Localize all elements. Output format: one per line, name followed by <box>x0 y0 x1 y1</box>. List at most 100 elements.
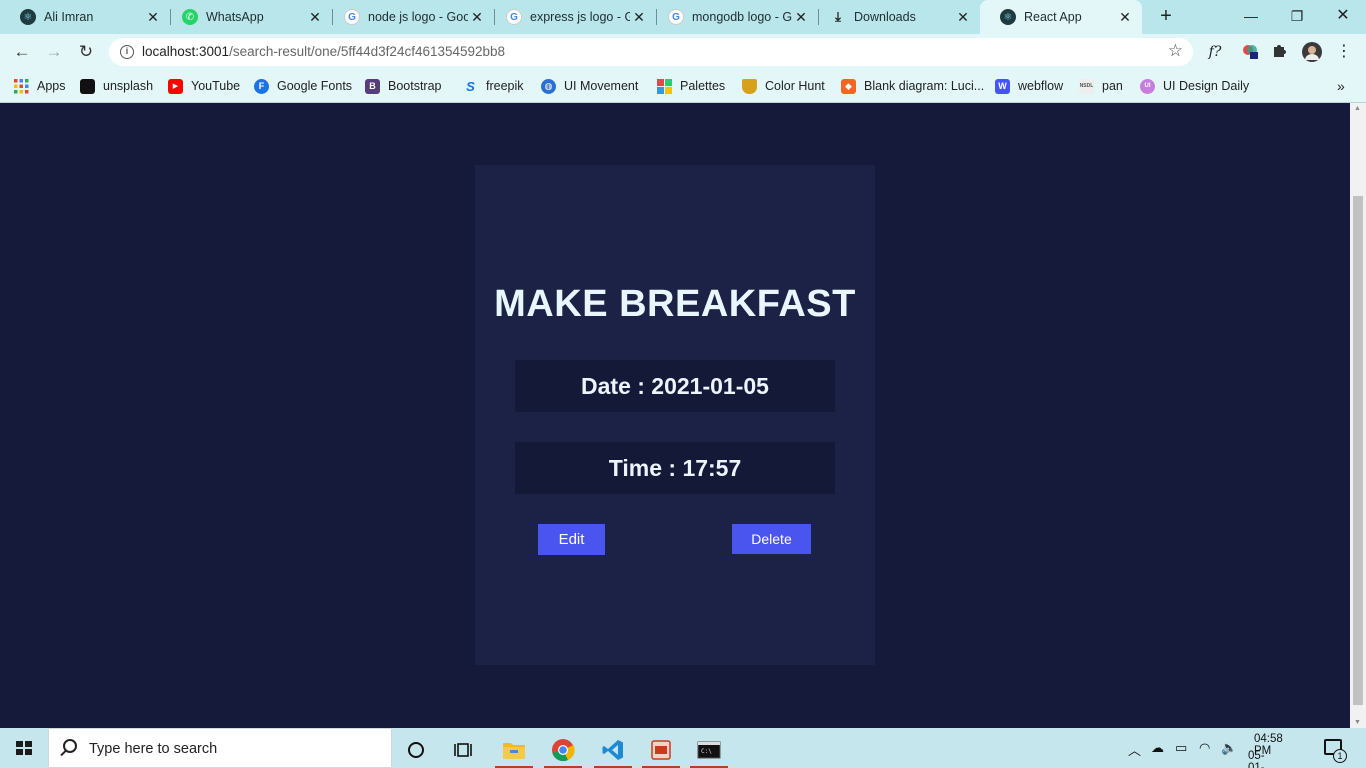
bookmark-bootstrap[interactable]: B Bootstrap <box>365 77 442 95</box>
tab-node-js-logo[interactable]: G node js logo - Goo ✕ <box>324 0 494 34</box>
bookmark-label: unsplash <box>103 79 154 93</box>
tab-whatsapp[interactable]: ✆ WhatsApp ✕ <box>162 0 332 34</box>
react-icon: ⚛ <box>20 9 36 25</box>
wifi-icon[interactable]: ◠ <box>1199 740 1210 756</box>
clock-date[interactable]: 05-01-2021 <box>1248 750 1274 768</box>
tab-title: Ali Imran <box>44 10 94 24</box>
unsplash-icon <box>80 78 95 94</box>
bookmark-label: Google Fonts <box>277 79 353 93</box>
bookmark-pan[interactable]: NSDL pan <box>1079 77 1123 95</box>
close-icon[interactable]: ✕ <box>630 9 648 26</box>
bookmark-webflow[interactable]: W webflow <box>995 77 1063 95</box>
bookmark-label: Blank diagram: Luci... <box>864 79 985 93</box>
task-title: MAKE BREAKFAST <box>494 283 856 325</box>
tab-strip: ⚛ Ali Imran ✕ ✆ WhatsApp ✕ G node js log… <box>0 0 1366 34</box>
react-icon: ⚛ <box>1000 9 1016 25</box>
google-icon: G <box>668 9 684 25</box>
powerpoint-icon[interactable] <box>638 732 684 768</box>
close-icon[interactable]: ✕ <box>1116 9 1134 26</box>
bookmark-freepik[interactable]: S freepik <box>463 77 524 95</box>
bookmark-apps[interactable]: Apps <box>14 77 66 95</box>
bookmark-label: Apps <box>37 79 66 93</box>
close-icon[interactable]: ✕ <box>468 9 486 26</box>
delete-button[interactable]: Delete <box>732 524 811 554</box>
tab-react-app[interactable]: ⚛ React App ✕ <box>980 0 1142 34</box>
taskbar-search-box[interactable]: Type here to search <box>48 728 392 768</box>
tab-mongodb-logo[interactable]: G mongodb logo - G ✕ <box>648 0 818 34</box>
bookmark-label: webflow <box>1018 79 1064 93</box>
battery-icon[interactable]: ▭ <box>1175 740 1187 756</box>
bookmark-color-hunt[interactable]: Color Hunt <box>742 77 825 95</box>
info-icon[interactable]: i <box>120 45 134 59</box>
task-card: MAKE BREAKFAST Date : 2021-01-05 Time : … <box>475 165 875 665</box>
close-window-button[interactable]: ✕ <box>1320 4 1366 28</box>
url-text[interactable]: localhost:3001/search-result/one/5ff44d3… <box>142 44 505 59</box>
minimize-button[interactable]: — <box>1228 4 1274 28</box>
chevron-up-icon[interactable]: ︿ <box>1128 740 1141 759</box>
file-explorer-icon[interactable] <box>491 732 537 768</box>
start-button[interactable] <box>0 728 48 768</box>
bookmark-ui-design-daily[interactable]: UI UI Design Daily <box>1140 77 1249 95</box>
font-extension-icon[interactable]: f? <box>1205 42 1225 62</box>
bookmark-label: Bootstrap <box>388 79 442 93</box>
task-view-icon[interactable] <box>441 732 487 768</box>
address-bar[interactable]: i localhost:3001/search-result/one/5ff44… <box>109 38 1193 66</box>
task-time: Time : 17:57 <box>608 454 742 481</box>
palette-icon <box>657 78 672 94</box>
scrollbar-thumb[interactable] <box>1353 196 1363 705</box>
webflow-icon: W <box>995 78 1010 94</box>
search-placeholder: Type here to search <box>89 741 218 757</box>
windows-taskbar: Type here to search C:\ ︿ ☁ ▭ ◠ 🔈 04:58 … <box>0 728 1366 768</box>
extensions-puzzle-icon[interactable] <box>1270 42 1290 62</box>
google-fonts-icon: F <box>254 78 269 94</box>
tab-express-js-logo[interactable]: G express js logo - G ✕ <box>486 0 656 34</box>
bookmarks-overflow-chevron-icon[interactable]: » <box>1337 77 1345 95</box>
close-icon[interactable]: ✕ <box>954 9 972 26</box>
time-box: Time : 17:57 <box>515 442 835 494</box>
bookmark-label: Color Hunt <box>765 79 825 93</box>
volume-icon[interactable]: 🔈 <box>1221 740 1237 756</box>
edit-button[interactable]: Edit <box>538 524 605 555</box>
cortana-icon[interactable] <box>393 732 439 768</box>
terminal-icon[interactable]: C:\ <box>686 732 732 768</box>
restore-button[interactable]: ❐ <box>1274 4 1320 28</box>
reload-button[interactable]: ↻ <box>74 40 98 64</box>
bookmark-unsplash[interactable]: unsplash <box>80 77 153 95</box>
close-icon[interactable]: ✕ <box>306 9 324 26</box>
bookmark-star-icon[interactable]: ☆ <box>1168 41 1183 61</box>
bookmark-palettes[interactable]: Palettes <box>657 77 725 95</box>
bookmark-label: UI Design Daily <box>1163 79 1250 93</box>
profile-avatar[interactable] <box>1302 42 1322 62</box>
globe-icon: ◍ <box>541 78 556 94</box>
google-icon: G <box>506 9 522 25</box>
lucidchart-icon: ◆ <box>841 78 856 94</box>
color-extension-icon[interactable] <box>1240 42 1260 62</box>
tab-title: mongodb logo - G <box>692 10 792 24</box>
back-button[interactable]: ← <box>10 40 34 64</box>
close-icon[interactable]: ✕ <box>144 9 162 26</box>
bookmarks-bar: Apps unsplash ▶ YouTube F Google Fonts B… <box>0 70 1366 103</box>
svg-text:C:\: C:\ <box>701 748 712 755</box>
scroll-down-arrow-icon[interactable]: ▼ <box>1354 719 1361 726</box>
vscode-icon[interactable] <box>590 732 636 768</box>
vertical-scrollbar[interactable]: ▲ ▼ <box>1350 103 1366 728</box>
chrome-icon[interactable] <box>540 732 586 768</box>
bookmark-youtube[interactable]: ▶ YouTube <box>168 77 240 95</box>
page-viewport: MAKE BREAKFAST Date : 2021-01-05 Time : … <box>0 103 1350 728</box>
new-tab-button[interactable]: + <box>1155 6 1177 28</box>
ui-design-daily-icon: UI <box>1140 78 1155 94</box>
whatsapp-icon: ✆ <box>182 9 198 25</box>
tab-downloads[interactable]: ⤓ Downloads ✕ <box>810 0 980 34</box>
apps-grid-icon <box>14 78 29 94</box>
tab-ali-imran[interactable]: ⚛ Ali Imran ✕ <box>0 0 170 34</box>
onedrive-cloud-icon[interactable]: ☁ <box>1151 740 1164 756</box>
bookmark-label: freepik <box>486 79 524 93</box>
bookmark-ui-movement[interactable]: ◍ UI Movement <box>541 77 638 95</box>
forward-button[interactable]: → <box>42 40 66 64</box>
menu-kebab-icon[interactable]: ⋮ <box>1334 42 1354 62</box>
scroll-up-arrow-icon[interactable]: ▲ <box>1354 105 1361 112</box>
tab-title: Downloads <box>854 10 916 24</box>
bookmark-google-fonts[interactable]: F Google Fonts <box>254 77 352 95</box>
bookmark-lucidchart[interactable]: ◆ Blank diagram: Luci... <box>841 77 984 95</box>
close-icon[interactable]: ✕ <box>792 9 810 26</box>
